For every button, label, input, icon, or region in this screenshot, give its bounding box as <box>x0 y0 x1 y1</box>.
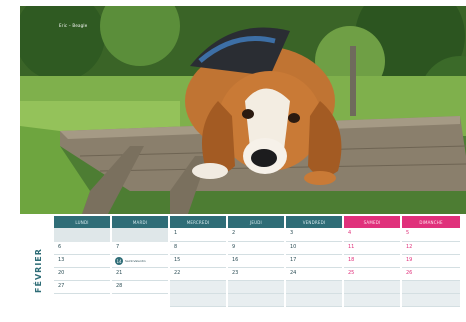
day-cell: 10 <box>286 242 342 255</box>
day-cell-empty <box>54 228 110 242</box>
day-cell-empty <box>402 281 460 294</box>
weekday-header: JEUDI <box>228 216 284 228</box>
day-cell-empty <box>344 281 400 294</box>
day-cell: 28 <box>112 281 168 294</box>
photo-caption: Eric – Beagle <box>59 23 88 28</box>
day-cell: 11 <box>344 242 400 255</box>
day-cell: 6 <box>54 242 110 255</box>
day-cell-empty <box>286 294 342 307</box>
day-cell-empty <box>54 294 110 307</box>
day-cell: 22 <box>170 268 226 281</box>
day-cell: 16 <box>228 255 284 268</box>
day-cell-empty <box>286 281 342 294</box>
day-cell: 25 <box>344 268 400 281</box>
day-cell: 3 <box>286 228 342 242</box>
day-cell-empty <box>344 294 400 307</box>
weekday-header: MARDI <box>112 216 168 228</box>
calendar-page: Eric – Beagle FÉVRIER LUNDI MARDI MERCRE… <box>0 0 466 322</box>
calendar-grid: LUNDI MARDI MERCREDI JEUDI VENDREDI SAME… <box>54 216 460 307</box>
day-cell: 8 <box>170 242 226 255</box>
month-label: FÉVRIER <box>33 247 43 293</box>
weekday-header: LUNDI <box>54 216 110 228</box>
day-cell-empty <box>402 294 460 307</box>
day-cell: 27 <box>54 281 110 294</box>
day-cell-empty <box>112 294 168 307</box>
day-cell: 2 <box>228 228 284 242</box>
day-cell: 23 <box>228 268 284 281</box>
weekday-header: DIMANCHE <box>402 216 460 228</box>
day-cell-empty <box>112 228 168 242</box>
day-cell: 12 <box>402 242 460 255</box>
day-cell-empty <box>170 281 226 294</box>
day-cell: 21 <box>112 268 168 281</box>
weekday-header: MERCREDI <box>170 216 226 228</box>
event-marker: 14 Saint-Valentin <box>115 257 146 265</box>
day-cell: 26 <box>402 268 460 281</box>
day-cell: 5 <box>402 228 460 242</box>
day-cell: 19 <box>402 255 460 268</box>
day-cell-empty <box>228 294 284 307</box>
dog-photo: Eric – Beagle <box>20 6 466 214</box>
day-cell: 4 <box>344 228 400 242</box>
month-calendar: FÉVRIER LUNDI MARDI MERCREDI JEUDI VENDR… <box>20 214 466 318</box>
day-cell: 7 <box>112 242 168 255</box>
day-cell-event: 14 Saint-Valentin <box>112 255 168 268</box>
day-cell: 15 <box>170 255 226 268</box>
event-label: Saint-Valentin <box>125 259 146 263</box>
day-cell: 13 <box>54 255 110 268</box>
day-cell: 20 <box>54 268 110 281</box>
day-cell: 17 <box>286 255 342 268</box>
weekday-header: SAMEDI <box>344 216 400 228</box>
beagle-illustration <box>20 6 466 214</box>
day-cell: 9 <box>228 242 284 255</box>
event-day-badge: 14 <box>115 257 123 265</box>
day-cell: 1 <box>170 228 226 242</box>
weekday-header: VENDREDI <box>286 216 342 228</box>
day-cell-empty <box>170 294 226 307</box>
day-cell: 18 <box>344 255 400 268</box>
day-cell-empty <box>228 281 284 294</box>
day-cell: 24 <box>286 268 342 281</box>
